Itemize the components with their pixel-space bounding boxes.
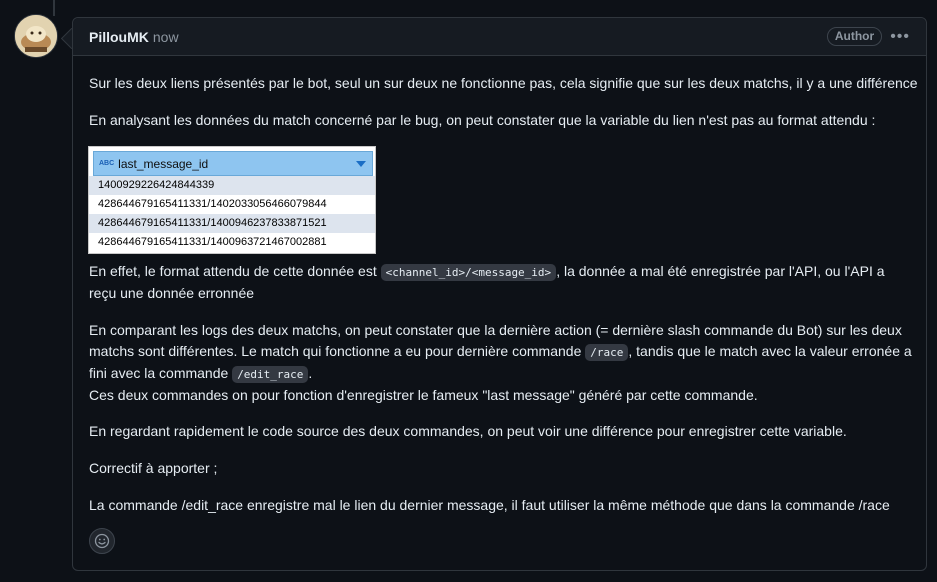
timeline-line bbox=[53, 0, 55, 16]
chevron-down-icon bbox=[356, 161, 366, 167]
table-row: 428644679165411331/1400963721467002881 bbox=[98, 236, 327, 248]
table-column-header: ABC last_message_id bbox=[93, 151, 373, 176]
paragraph-4-text-c: . bbox=[308, 365, 313, 381]
add-reaction-button[interactable] bbox=[89, 528, 115, 554]
kebab-horizontal-icon[interactable]: ••• bbox=[890, 28, 910, 44]
paragraph-2: En analysant les données du match concer… bbox=[89, 112, 876, 128]
paragraph-4-line-2: Ces deux commandes on pour fonction d'en… bbox=[89, 387, 758, 403]
format-code: <channel_id>/<message_id> bbox=[380, 264, 557, 281]
timestamp[interactable]: now bbox=[153, 29, 179, 45]
paragraph-7: La commande /edit_race enregistre mal le… bbox=[89, 497, 890, 513]
comment-box: PillouMK now Author ••• Sur les deux lie… bbox=[72, 17, 927, 571]
paragraph-3-text-a: En effet, le format attendu de cette don… bbox=[89, 263, 381, 279]
avatar-image bbox=[15, 15, 57, 57]
paragraph-6: Correctif à apporter ; bbox=[89, 460, 218, 476]
data-table-screenshot: ABC last_message_id 1400929226424844339 … bbox=[88, 146, 376, 254]
paragraph-1: Sur les deux liens présentés par le bot,… bbox=[89, 75, 918, 91]
author-name[interactable]: PillouMK bbox=[89, 29, 149, 45]
comment-header: PillouMK now Author ••• bbox=[73, 18, 926, 56]
column-name: last_message_id bbox=[118, 156, 209, 171]
table-row: 428644679165411331/1400946237833871521 bbox=[89, 214, 375, 233]
avatar[interactable] bbox=[14, 14, 58, 58]
race-command-code: /race bbox=[585, 344, 629, 361]
text-type-icon: ABC bbox=[99, 160, 115, 167]
paragraph-5: En regardant rapidement le code source d… bbox=[89, 423, 847, 439]
paragraph-3: En effet, le format attendu de cette don… bbox=[89, 261, 914, 304]
author-badge: Author bbox=[826, 27, 883, 46]
table-row: 428644679165411331/1402033056466079844 bbox=[98, 198, 327, 210]
smiley-icon bbox=[94, 533, 110, 549]
edit-race-command-code: /edit_race bbox=[232, 366, 309, 383]
table-row: 1400929226424844339 bbox=[89, 176, 375, 195]
paragraph-4: En comparant les logs des deux matchs, o… bbox=[89, 320, 914, 406]
